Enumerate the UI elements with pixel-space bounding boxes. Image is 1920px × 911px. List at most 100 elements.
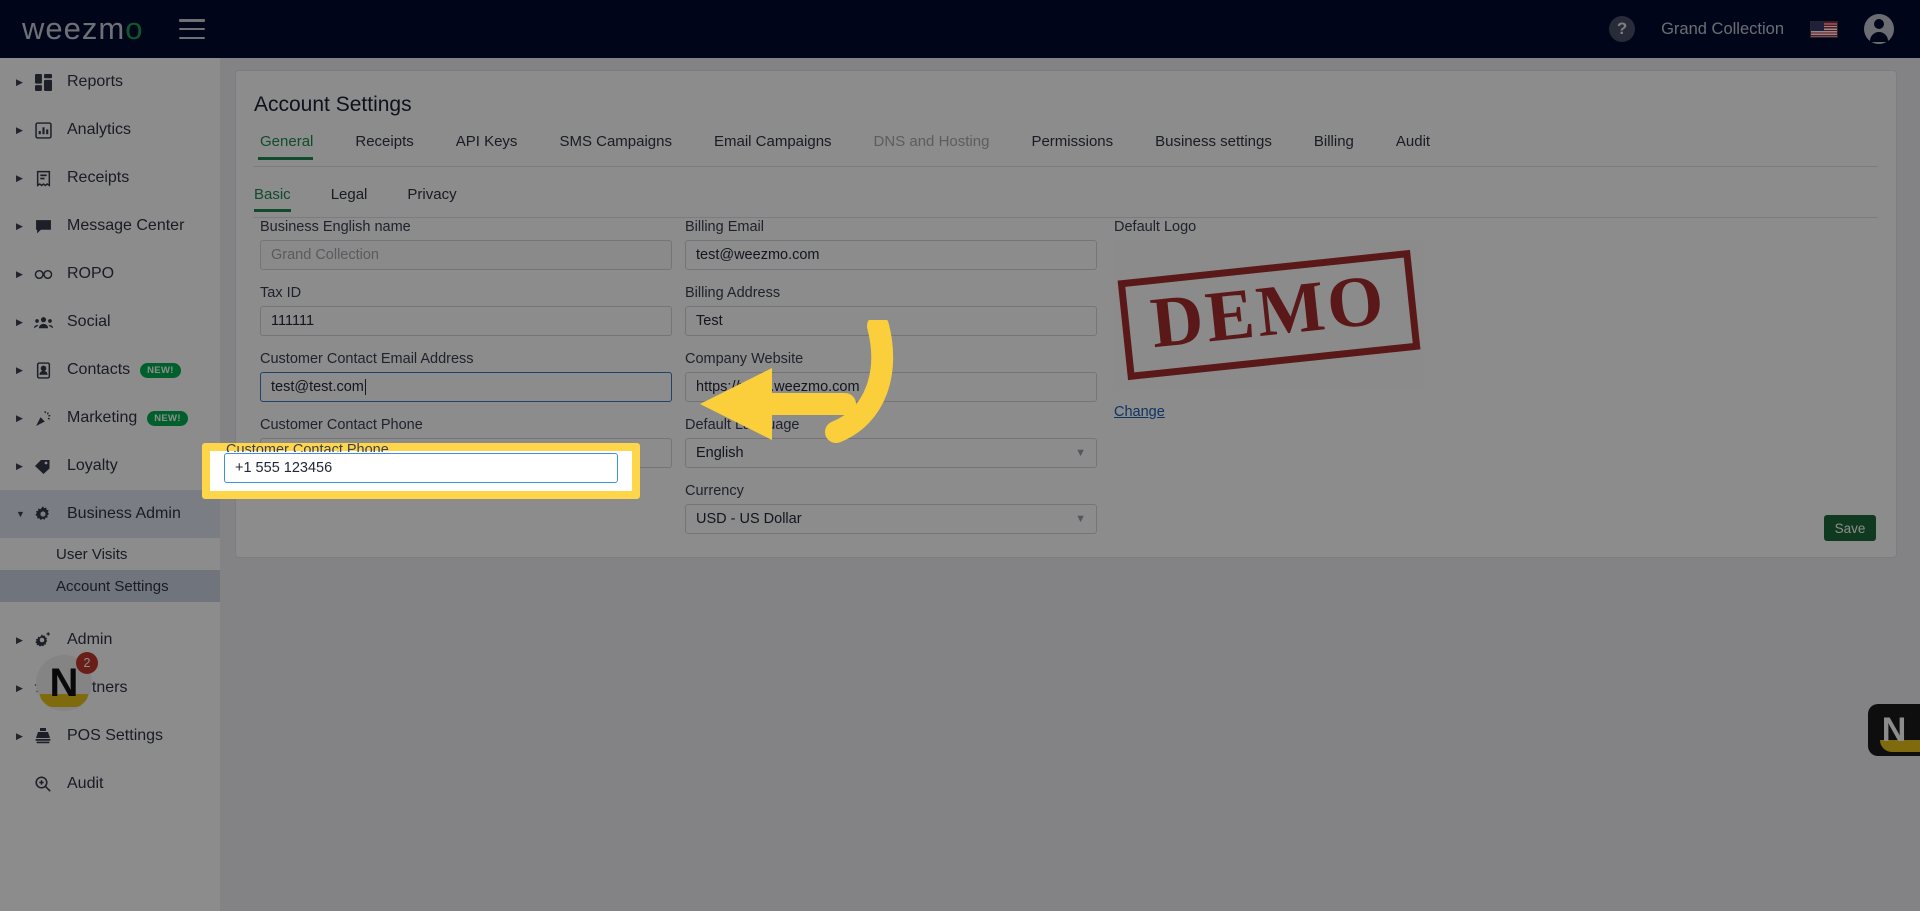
sidebar-item-ropo[interactable]: ▶ ROPO	[0, 250, 220, 298]
sidebar-item-reports[interactable]: ▶ Reports	[0, 58, 220, 106]
tab-audit[interactable]: Audit	[1375, 133, 1451, 159]
default-language-select[interactable]: English ▼	[685, 438, 1097, 468]
sidebar-item-label: Loyalty	[67, 457, 118, 474]
weezmo-logo[interactable]: weezm o	[22, 11, 143, 47]
sidebar-item-message-center[interactable]: ▶ Message Center	[0, 202, 220, 250]
input-value: test@test.com	[271, 379, 364, 395]
form-column-middle: Billing Email test@weezmo.com Billing Ad…	[685, 219, 1097, 549]
hamburger-icon[interactable]	[179, 19, 206, 39]
field-default-language: Default Language English ▼	[685, 417, 1097, 468]
help-icon[interactable]: ?	[1609, 16, 1636, 42]
user-avatar-icon[interactable]	[1864, 14, 1894, 44]
customer-contact-email-input[interactable]: test@test.com	[260, 372, 672, 402]
tab-business-settings[interactable]: Business settings	[1134, 133, 1293, 159]
main-content: Account Settings General Receipts API Ke…	[220, 58, 1920, 911]
field-label: Currency	[685, 483, 744, 499]
chevron-right-icon: ▶	[16, 172, 23, 183]
tab-billing[interactable]: Billing	[1293, 133, 1375, 159]
currency-select[interactable]: USD - US Dollar ▼	[685, 504, 1097, 534]
chevron-right-icon: ▶	[16, 682, 23, 693]
chevron-right-icon: ▶	[16, 460, 23, 471]
hamburger-line	[179, 36, 206, 39]
chevron-right-icon: ▶	[16, 124, 23, 135]
field-label: Business English name	[260, 219, 411, 235]
chevron-right-icon: ▶	[16, 220, 23, 231]
sidebar-item-label: Marketing	[67, 409, 138, 426]
subtab-privacy[interactable]: Privacy	[407, 186, 478, 211]
sidebar-item-business-admin[interactable]: ▼ Business Admin	[0, 490, 220, 538]
widget-letter: N	[1881, 710, 1907, 749]
sidebar-item-loyalty[interactable]: ▶ Loyalty	[0, 442, 220, 490]
gear-plus-icon	[28, 631, 58, 649]
field-business-english-name: Business English name Grand Collection	[260, 219, 672, 270]
business-english-name-input[interactable]: Grand Collection	[260, 240, 672, 270]
field-label: Customer Contact Email Address	[260, 351, 474, 367]
field-label: Billing Email	[685, 219, 764, 235]
tax-id-input[interactable]: 111111	[260, 306, 672, 336]
magnifier-icon	[28, 775, 58, 793]
select-value: USD - US Dollar	[696, 511, 802, 527]
tab-api-keys[interactable]: API Keys	[435, 133, 539, 159]
topbar-right-group: ? Grand Collection	[1609, 14, 1894, 44]
chevron-right-icon: ▶	[16, 316, 23, 327]
contact-icon	[28, 361, 58, 379]
tab-receipts[interactable]: Receipts	[334, 133, 434, 159]
billing-email-input[interactable]: test@weezmo.com	[685, 240, 1097, 270]
page-title: Account Settings	[254, 93, 412, 116]
us-flag-icon[interactable]	[1810, 20, 1838, 38]
default-logo-label: Default Logo	[1114, 219, 1197, 235]
chevron-right-icon: ▶	[16, 76, 23, 87]
dashboard-icon	[28, 73, 58, 91]
sidebar-item-marketing[interactable]: ▶ Marketing NEW!	[0, 394, 220, 442]
sidebar-item-user-visits[interactable]: User Visits	[0, 538, 220, 570]
customer-contact-phone-input[interactable]: +1 555 123456	[260, 438, 672, 468]
text-cursor	[364, 379, 366, 395]
form-column-left: Business English name Grand Collection T…	[260, 219, 672, 483]
sidebar-item-partners[interactable]: ▶ Partners	[0, 664, 220, 712]
new-badge: NEW!	[147, 410, 188, 426]
sidebar-item-contacts[interactable]: ▶ Contacts NEW!	[0, 346, 220, 394]
default-logo-preview: DEMO	[1114, 240, 1424, 390]
chevron-right-icon: ▶	[16, 268, 23, 279]
megaphone-icon	[28, 410, 58, 427]
sidebar-item-receipts[interactable]: ▶ Receipts	[0, 154, 220, 202]
tab-sms-campaigns[interactable]: SMS Campaigns	[538, 133, 693, 159]
subtab-basic[interactable]: Basic	[254, 186, 313, 212]
field-label: Customer Contact Phone	[260, 417, 423, 433]
chevron-down-icon: ▼	[1075, 512, 1086, 525]
billing-address-input[interactable]: Test	[685, 306, 1097, 336]
sidebar-item-pos-settings[interactable]: ▶ POS Settings	[0, 712, 220, 760]
save-button[interactable]: Save	[1824, 515, 1876, 541]
tab-general[interactable]: General	[254, 133, 334, 160]
tab-permissions[interactable]: Permissions	[1010, 133, 1134, 159]
sidebar-item-label: ROPO	[67, 265, 115, 282]
chevron-down-icon: ▼	[1075, 446, 1086, 459]
company-website-input[interactable]: https://www.weezmo.com	[685, 372, 1097, 402]
hamburger-line	[179, 19, 206, 22]
chat-widget-launcher[interactable]: N	[1868, 704, 1920, 756]
field-customer-contact-email: Customer Contact Email Address test@test…	[260, 351, 672, 402]
change-logo-link[interactable]: Change	[1114, 404, 1165, 420]
app-root: weezm o ? Grand Collection ▶ Reports ▶ A…	[0, 0, 1920, 911]
sidebar-item-account-settings[interactable]: Account Settings	[0, 570, 220, 602]
brand-text: weezm	[22, 11, 126, 46]
sidebar-item-social[interactable]: ▶ Social	[0, 298, 220, 346]
new-badge: NEW!	[140, 362, 181, 378]
sidebar-item-label: Message Center	[67, 217, 185, 234]
sidebar-item-audit[interactable]: Audit	[0, 760, 220, 808]
chevron-right-icon: ▶	[16, 412, 23, 423]
chevron-right-icon: ▶	[16, 634, 23, 645]
subtab-legal[interactable]: Legal	[331, 186, 390, 211]
chart-icon	[28, 121, 58, 139]
tab-email-campaigns[interactable]: Email Campaigns	[693, 133, 853, 159]
secondary-tab-bar: Basic Legal Privacy	[254, 186, 1878, 218]
avatar-notification-badge[interactable]: 2	[76, 652, 98, 674]
field-label: Default Language	[685, 417, 800, 433]
sidebar-item-admin[interactable]: ▶ Admin	[0, 616, 220, 664]
demo-stamp-image: DEMO	[1117, 250, 1421, 380]
sidebar-navigation: ▶ Reports ▶ Analytics ▶ Receipts ▶ Messa…	[0, 58, 220, 911]
sidebar-item-analytics[interactable]: ▶ Analytics	[0, 106, 220, 154]
account-name-label: Grand Collection	[1661, 19, 1784, 38]
gear-icon	[28, 505, 58, 523]
field-customer-contact-phone: Customer Contact Phone +1 555 123456	[260, 417, 672, 468]
